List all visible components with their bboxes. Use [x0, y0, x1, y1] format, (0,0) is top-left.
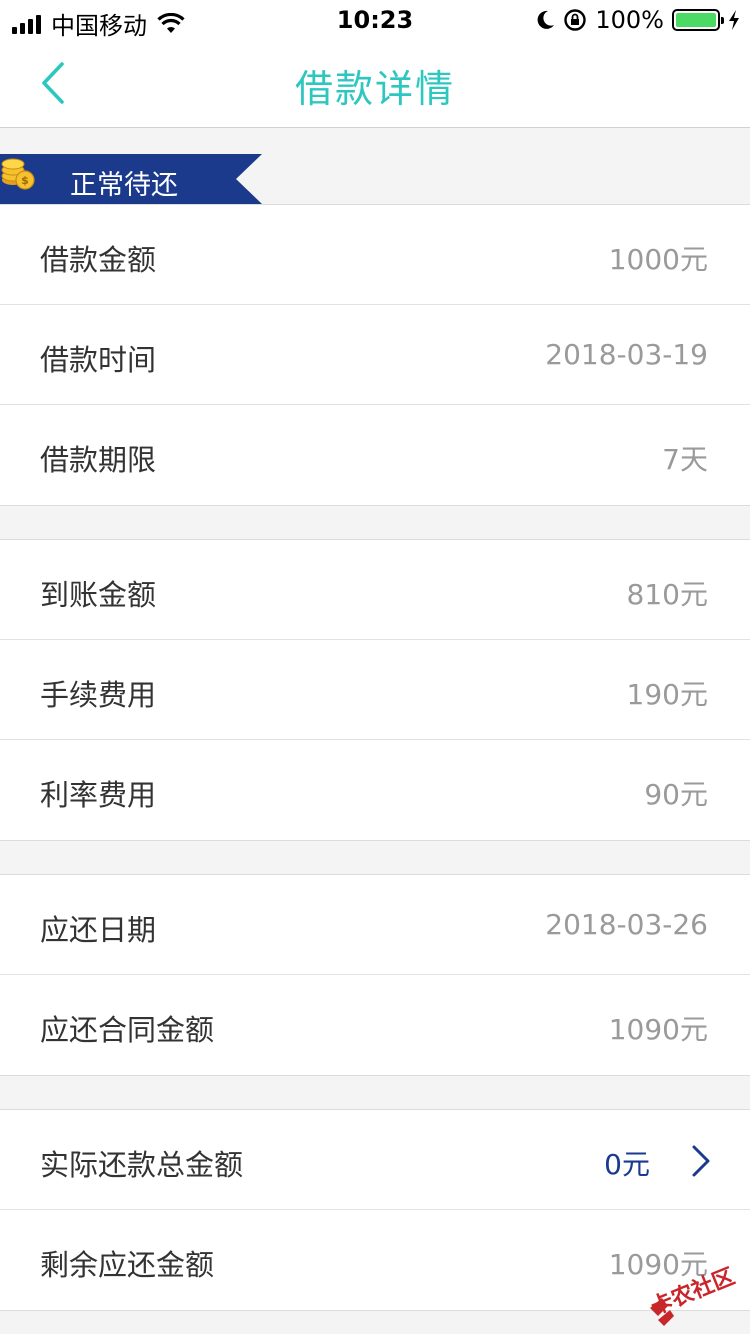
- fees-group: 到账金额 810元 手续费用 190元 利率费用 90元: [0, 539, 750, 841]
- page-title: 借款详情: [294, 67, 455, 111]
- nav-bar: 借款详情: [0, 40, 750, 128]
- row-loan-term: 借款期限 7天: [0, 405, 750, 505]
- row-service-fee: 手续费用 190元: [0, 640, 750, 740]
- row-contract-amount: 应还合同金额 1090元: [0, 975, 750, 1075]
- chevron-right-icon[interactable]: [690, 1144, 712, 1178]
- banner-label: 正常待还: [70, 170, 178, 201]
- row-value: 2018-03-19: [545, 338, 708, 371]
- row-remaining-due: 剩余应还金额 1090元: [0, 1210, 750, 1310]
- charging-icon: [729, 10, 739, 30]
- status-right: 100%: [535, 6, 740, 34]
- rotation-lock-icon: [564, 9, 587, 31]
- status-bar: 中国移动 10:23 100%: [0, 0, 750, 40]
- row-loan-amount: 借款金额 1000元: [0, 205, 750, 305]
- row-label: 手续费用: [40, 678, 157, 712]
- row-received-amount: 到账金额 810元: [0, 540, 750, 640]
- row-loan-date: 借款时间 2018-03-19: [0, 305, 750, 405]
- row-label: 利率费用: [40, 778, 157, 812]
- row-interest-fee: 利率费用 90元: [0, 740, 750, 840]
- battery-percent: 100%: [595, 6, 664, 34]
- row-label: 借款期限: [40, 443, 157, 477]
- row-value: 90元: [644, 778, 708, 811]
- row-value: 1000元: [608, 243, 708, 276]
- due-group: 应还日期 2018-03-26 应还合同金额 1090元: [0, 874, 750, 1076]
- row-value: 1090元: [608, 1013, 708, 1046]
- row-value: 810元: [626, 578, 708, 611]
- row-value: 2018-03-26: [545, 908, 708, 941]
- row-label: 借款时间: [40, 343, 157, 377]
- row-actual-repaid[interactable]: 实际还款总金额 0元: [0, 1110, 750, 1210]
- row-label: 到账金额: [40, 578, 157, 612]
- row-label: 实际还款总金额: [40, 1148, 244, 1182]
- row-label: 借款金额: [40, 243, 157, 277]
- row-value: 190元: [626, 678, 708, 711]
- battery-icon: [672, 9, 724, 31]
- row-label: 应还日期: [40, 913, 157, 947]
- row-due-date: 应还日期 2018-03-26: [0, 875, 750, 975]
- coins-icon: $: [1, 158, 35, 190]
- row-label: 应还合同金额: [40, 1013, 215, 1047]
- row-value: 7天: [662, 443, 708, 476]
- repayment-group: 实际还款总金额 0元 剩余应还金额 1090元: [0, 1109, 750, 1311]
- moon-icon: [537, 10, 555, 29]
- status-banner: $ 正常待还: [0, 154, 262, 204]
- loan-basic-group: 借款金额 1000元 借款时间 2018-03-19 借款期限 7天: [0, 204, 750, 506]
- svg-text:$: $: [21, 174, 29, 187]
- row-value: 0元: [604, 1148, 650, 1181]
- row-label: 剩余应还金额: [40, 1248, 215, 1282]
